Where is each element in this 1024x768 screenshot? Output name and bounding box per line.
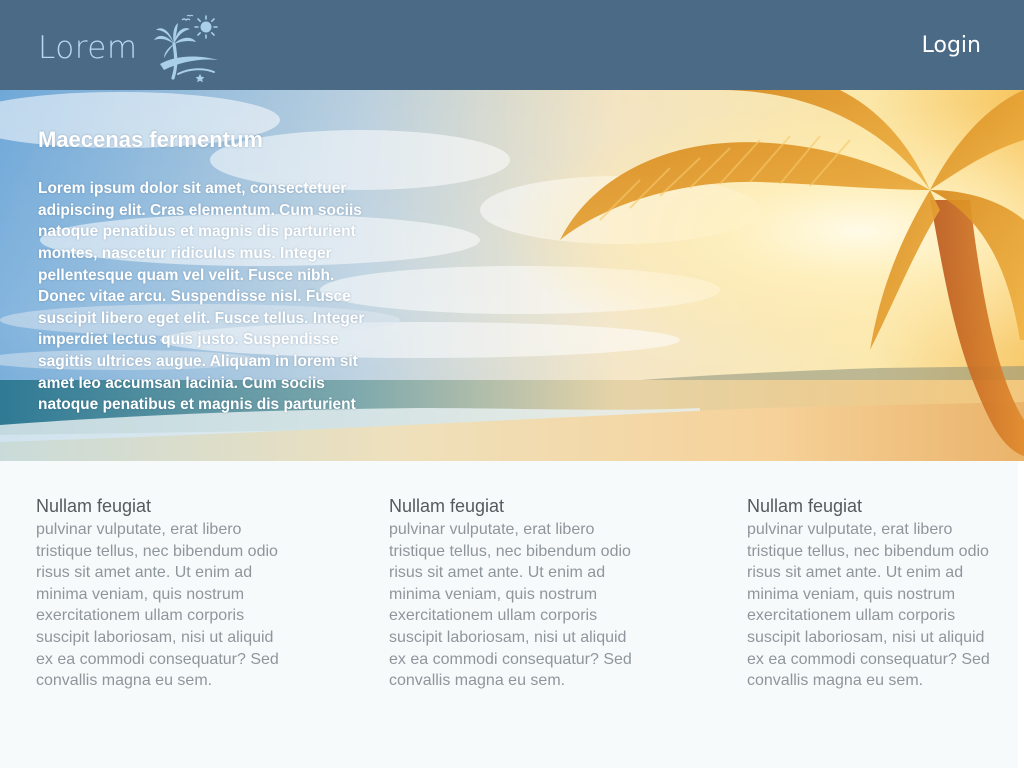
feature-columns: Nullam feugiat pulvinar vulputate, erat … <box>0 461 1024 768</box>
logo-text: Lorem <box>38 29 138 66</box>
site-header: Lorem Login <box>0 0 1024 90</box>
feature-text: pulvinar vulputate, erat libero tristiqu… <box>36 521 279 690</box>
site-logo[interactable]: Lorem <box>38 14 222 82</box>
feature-heading: Nullam feugiat <box>36 496 152 516</box>
feature-column: Nullam feugiat pulvinar vulputate, erat … <box>747 495 997 692</box>
feature-text: pulvinar vulputate, erat libero tristiqu… <box>389 521 632 690</box>
feature-heading: Nullam feugiat <box>747 496 863 516</box>
feature-column: Nullam feugiat pulvinar vulputate, erat … <box>36 495 286 692</box>
page-edge <box>1018 461 1024 768</box>
feature-text: pulvinar vulputate, erat libero tristiqu… <box>747 521 990 690</box>
feature-column: Nullam feugiat pulvinar vulputate, erat … <box>389 495 639 692</box>
palm-tree-sun-icon <box>153 14 218 82</box>
hero-body: Lorem ipsum dolor sit amet, consectetuer… <box>38 180 365 414</box>
hero-text-block: Maecenas fermentum Lorem ipsum dolor sit… <box>38 127 383 416</box>
hero-banner: Maecenas fermentum Lorem ipsum dolor sit… <box>0 90 1024 461</box>
feature-heading: Nullam feugiat <box>389 496 505 516</box>
landing-page: Lorem Login Maecenas fermentum Lorem ips… <box>0 0 1024 768</box>
hero-title: Maecenas fermentum <box>38 127 263 152</box>
login-link[interactable]: Login <box>922 35 981 57</box>
